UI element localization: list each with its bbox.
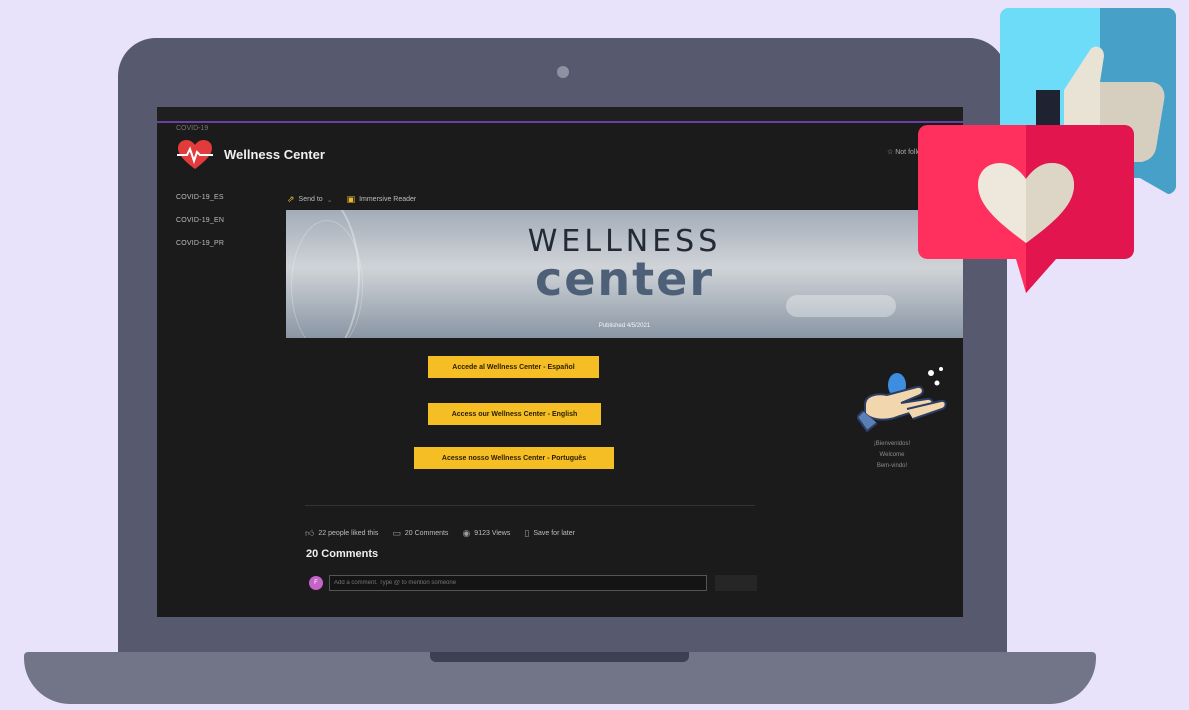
comments-link[interactable]: ▭ 20 Comments [392,528,448,539]
immersive-reader-label: Immersive Reader [359,196,417,203]
comments-count: 20 Comments [404,530,449,537]
heart-icon [918,125,1134,293]
send-to-button[interactable]: ⇗ Send to ⌄ [287,194,333,205]
nav-item-covid-pr[interactable]: COVID-19_PR [176,240,224,247]
post-comment-button[interactable] [715,575,757,591]
hand-washing-icon [857,367,947,433]
hero-banner: WELLNESS center Published 4/5/2021 [286,210,963,338]
bookmark-icon: ▯ [524,528,530,538]
welcome-en: Welcome [879,452,905,458]
banner-subtitle: center [534,252,715,306]
divider [305,505,755,506]
send-to-label: Send to [298,196,323,203]
thumbs-up-icon: 👍︎ [305,528,315,538]
welcome-pt: Bem-vindo! [876,463,908,469]
top-bar [157,107,963,123]
published-date: Published 4/5/2021 [598,323,651,329]
views-count-wrap: ◉ 9123 Views [462,528,510,539]
heart-pulse-icon [177,140,213,169]
spanish-wellness-button[interactable]: Accede al Wellness Center - Español [428,356,599,378]
likes-count: 22 people liked this [318,530,379,537]
comment-icon: ▭ [392,528,401,538]
screen: COVID-19 Wellness Center ☆ Not following… [157,107,963,617]
save-for-later-button[interactable]: ▯ Save for later [524,528,575,539]
nav-item-covid-en[interactable]: COVID-19_EN [176,217,224,224]
eye-icon: ◉ [462,528,471,538]
site-title[interactable]: Wellness Center [224,147,325,162]
social-bar: 👍︎ 22 people liked this ▭ 20 Comments ◉ … [305,528,575,539]
save-label: Save for later [533,530,575,537]
welcome-text: ¡Bienvenidos! Welcome Bem-vindo! [852,439,932,472]
share-icon: ⇗ [287,194,295,204]
command-bar: ⇗ Send to ⌄ ▣ Immersive Reader [287,194,416,205]
immersive-reader-button[interactable]: ▣ Immersive Reader [347,194,417,205]
welcome-es: ¡Bienvenidos! [873,441,911,447]
views-count: 9123 Views [474,530,511,537]
chevron-down-icon: ⌄ [326,196,333,204]
site-tag: COVID-19 [176,125,209,132]
left-nav: COVID-19_ES COVID-19_EN COVID-19_PR [176,194,224,263]
reader-icon: ▣ [346,194,356,204]
like-button[interactable]: 👍︎ 22 people liked this [305,528,378,539]
nav-item-covid-es[interactable]: COVID-19_ES [176,194,224,201]
comments-heading: 20 Comments [306,548,379,560]
portuguese-wellness-button[interactable]: Acesse nosso Wellness Center - Português [414,447,614,469]
comment-input[interactable] [329,575,707,591]
english-wellness-button[interactable]: Access our Wellness Center - English [428,403,601,425]
camera-icon [557,66,569,78]
avatar: F [309,576,323,590]
laptop-notch [430,652,689,662]
